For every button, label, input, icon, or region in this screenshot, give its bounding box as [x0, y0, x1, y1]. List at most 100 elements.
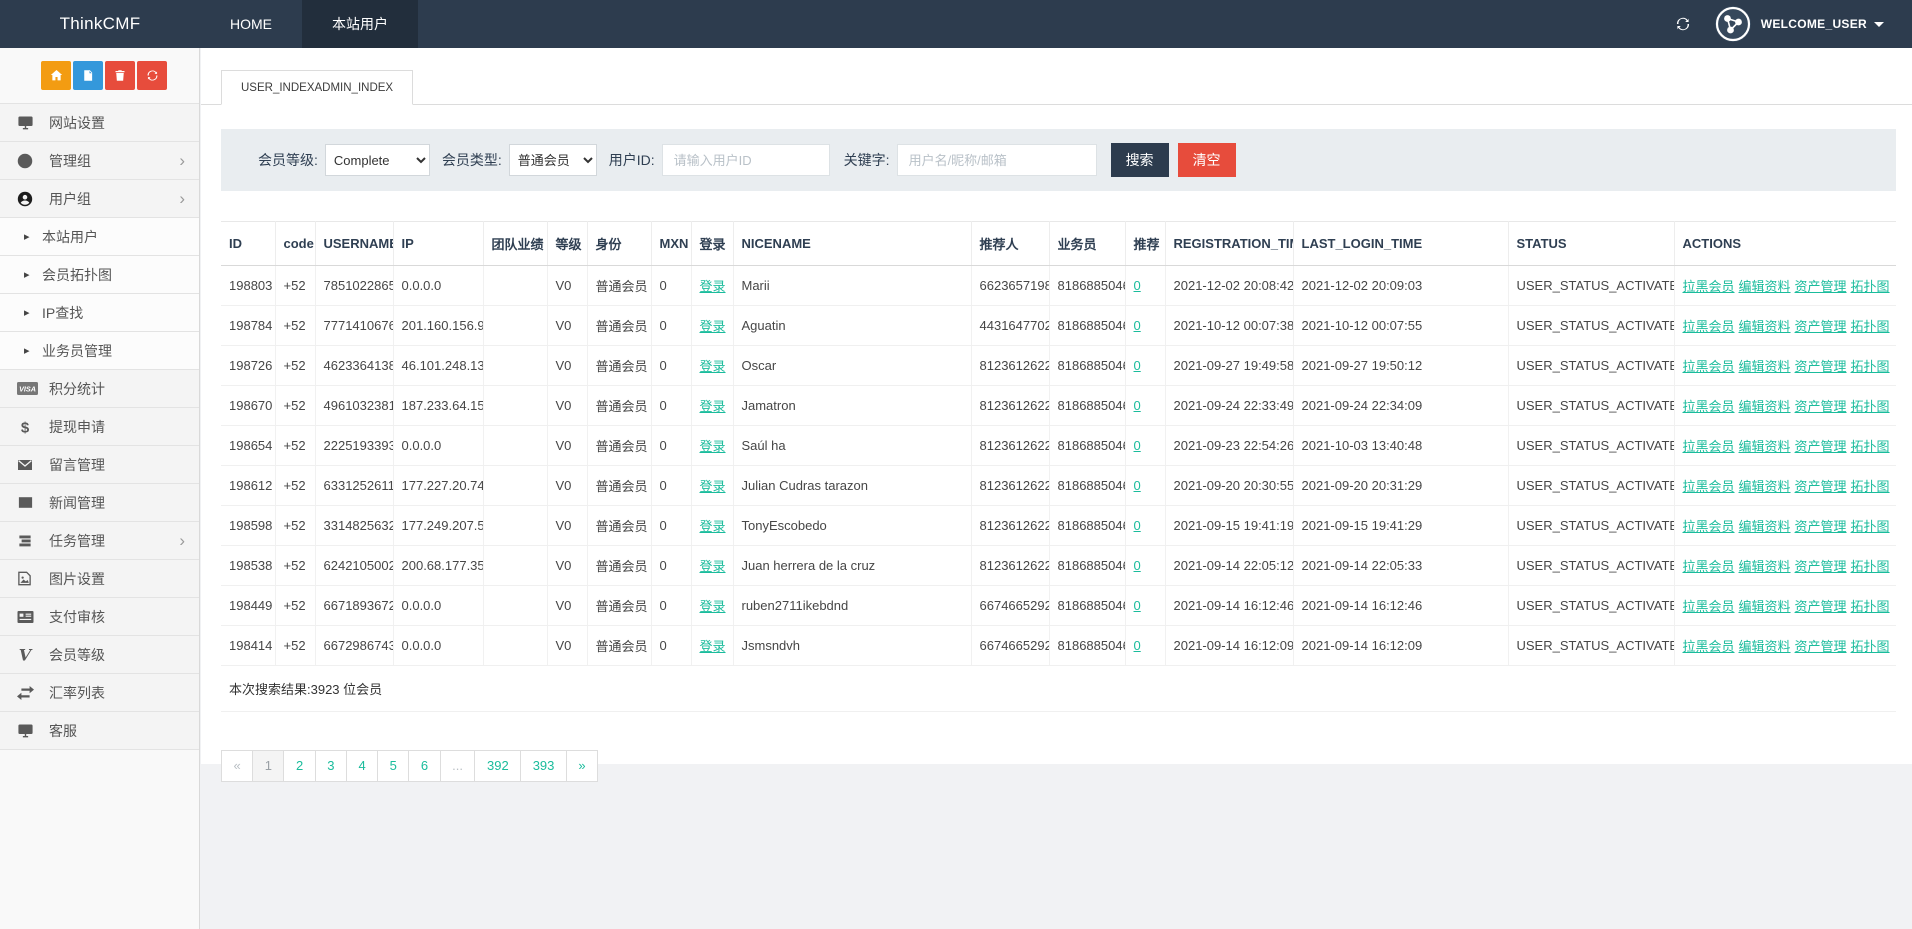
member-type-select[interactable]: 普通会员: [509, 144, 597, 176]
blacklist-member-link[interactable]: 拉黑会员: [1683, 399, 1735, 414]
search-button[interactable]: 搜索: [1111, 143, 1169, 177]
recommend-count-link[interactable]: 0: [1134, 598, 1141, 613]
asset-management-link[interactable]: 资产管理: [1795, 639, 1847, 654]
asset-management-link[interactable]: 资产管理: [1795, 439, 1847, 454]
user-menu[interactable]: WELCOME_USER: [1761, 17, 1884, 31]
login-link[interactable]: 登录: [700, 519, 726, 534]
asset-management-link[interactable]: 资产管理: [1795, 519, 1847, 534]
login-link[interactable]: 登录: [700, 439, 726, 454]
blacklist-member-link[interactable]: 拉黑会员: [1683, 559, 1735, 574]
topology-link[interactable]: 拓扑图: [1851, 359, 1890, 374]
tab-user-indexadmin-index[interactable]: USER_INDEXADMIN_INDEX: [221, 70, 413, 105]
topology-link[interactable]: 拓扑图: [1851, 599, 1890, 614]
page-4[interactable]: 4: [346, 750, 378, 782]
asset-management-link[interactable]: 资产管理: [1795, 399, 1847, 414]
asset-management-link[interactable]: 资产管理: [1795, 599, 1847, 614]
asset-management-link[interactable]: 资产管理: [1795, 479, 1847, 494]
login-link[interactable]: 登录: [700, 599, 726, 614]
sidebar-item-7[interactable]: VISA积分统计: [0, 370, 199, 408]
keyword-input[interactable]: [897, 144, 1097, 176]
blacklist-member-link[interactable]: 拉黑会员: [1683, 479, 1735, 494]
member-level-select[interactable]: Complete: [325, 144, 430, 176]
edit-profile-link[interactable]: 编辑资料: [1739, 439, 1791, 454]
trash-button[interactable]: [105, 61, 135, 90]
refresh-icon[interactable]: [1675, 16, 1691, 32]
login-link[interactable]: 登录: [700, 279, 726, 294]
blacklist-member-link[interactable]: 拉黑会员: [1683, 439, 1735, 454]
sidebar-item-16[interactable]: 客服: [0, 712, 199, 750]
recommend-count-link[interactable]: 0: [1134, 438, 1141, 453]
login-link[interactable]: 登录: [700, 399, 726, 414]
topology-link[interactable]: 拓扑图: [1851, 639, 1890, 654]
edit-profile-link[interactable]: 编辑资料: [1739, 599, 1791, 614]
sidebar-item-14[interactable]: V会员等级: [0, 636, 199, 674]
topology-link[interactable]: 拓扑图: [1851, 559, 1890, 574]
topology-link[interactable]: 拓扑图: [1851, 519, 1890, 534]
recommend-count-link[interactable]: 0: [1134, 318, 1141, 333]
login-link[interactable]: 登录: [700, 479, 726, 494]
login-link[interactable]: 登录: [700, 319, 726, 334]
sidebar-item-4[interactable]: ▸会员拓扑图: [0, 256, 199, 294]
edit-profile-link[interactable]: 编辑资料: [1739, 639, 1791, 654]
recommend-count-link[interactable]: 0: [1134, 638, 1141, 653]
sidebar-item-1[interactable]: 管理组›: [0, 142, 199, 180]
sidebar-item-10[interactable]: 新闻管理: [0, 484, 199, 522]
topology-link[interactable]: 拓扑图: [1851, 479, 1890, 494]
edit-profile-link[interactable]: 编辑资料: [1739, 559, 1791, 574]
page-393[interactable]: 393: [520, 750, 567, 782]
asset-management-link[interactable]: 资产管理: [1795, 559, 1847, 574]
blacklist-member-link[interactable]: 拉黑会员: [1683, 279, 1735, 294]
topology-link[interactable]: 拓扑图: [1851, 279, 1890, 294]
recommend-count-link[interactable]: 0: [1134, 278, 1141, 293]
recommend-count-link[interactable]: 0: [1134, 478, 1141, 493]
sidebar-item-13[interactable]: 支付审核: [0, 598, 199, 636]
page-6[interactable]: 6: [408, 750, 440, 782]
page-next[interactable]: »: [566, 750, 598, 782]
sidebar-item-5[interactable]: ▸IP查找: [0, 294, 199, 332]
file-button[interactable]: [73, 61, 103, 90]
edit-profile-link[interactable]: 编辑资料: [1739, 399, 1791, 414]
recommend-count-link[interactable]: 0: [1134, 518, 1141, 533]
topology-link[interactable]: 拓扑图: [1851, 439, 1890, 454]
login-link[interactable]: 登录: [700, 559, 726, 574]
login-link[interactable]: 登录: [700, 639, 726, 654]
sidebar-item-8[interactable]: $提现申请: [0, 408, 199, 446]
clear-button[interactable]: 清空: [1178, 143, 1236, 177]
page-5[interactable]: 5: [377, 750, 409, 782]
topology-link[interactable]: 拓扑图: [1851, 399, 1890, 414]
nav-tab-home[interactable]: HOME: [200, 0, 302, 48]
login-link[interactable]: 登录: [700, 359, 726, 374]
page-2[interactable]: 2: [283, 750, 315, 782]
edit-profile-link[interactable]: 编辑资料: [1739, 279, 1791, 294]
blacklist-member-link[interactable]: 拉黑会员: [1683, 319, 1735, 334]
blacklist-member-link[interactable]: 拉黑会员: [1683, 599, 1735, 614]
nav-tab-site-users[interactable]: 本站用户: [302, 0, 418, 48]
blacklist-member-link[interactable]: 拉黑会员: [1683, 519, 1735, 534]
asset-management-link[interactable]: 资产管理: [1795, 359, 1847, 374]
asset-management-link[interactable]: 资产管理: [1795, 279, 1847, 294]
sidebar-item-0[interactable]: 网站设置: [0, 104, 199, 142]
edit-profile-link[interactable]: 编辑资料: [1739, 519, 1791, 534]
sidebar-item-15[interactable]: 汇率列表: [0, 674, 199, 712]
sidebar-item-11[interactable]: 任务管理›: [0, 522, 199, 560]
recommend-count-link[interactable]: 0: [1134, 358, 1141, 373]
page-3[interactable]: 3: [315, 750, 347, 782]
recommend-count-link[interactable]: 0: [1134, 398, 1141, 413]
sidebar-item-12[interactable]: 图片设置: [0, 560, 199, 598]
recommend-count-link[interactable]: 0: [1134, 558, 1141, 573]
page-1[interactable]: 1: [252, 750, 284, 782]
blacklist-member-link[interactable]: 拉黑会员: [1683, 359, 1735, 374]
edit-profile-link[interactable]: 编辑资料: [1739, 359, 1791, 374]
topology-link[interactable]: 拓扑图: [1851, 319, 1890, 334]
avatar[interactable]: [1715, 6, 1751, 42]
recycle-button[interactable]: [137, 61, 167, 90]
user-id-input[interactable]: [662, 144, 830, 176]
asset-management-link[interactable]: 资产管理: [1795, 319, 1847, 334]
page-392[interactable]: 392: [474, 750, 521, 782]
sidebar-item-2[interactable]: 用户组›: [0, 180, 199, 218]
blacklist-member-link[interactable]: 拉黑会员: [1683, 639, 1735, 654]
brand-logo[interactable]: ThinkCMF: [0, 0, 200, 48]
sidebar-item-3[interactable]: ▸本站用户: [0, 218, 199, 256]
sidebar-item-9[interactable]: 留言管理: [0, 446, 199, 484]
edit-profile-link[interactable]: 编辑资料: [1739, 479, 1791, 494]
